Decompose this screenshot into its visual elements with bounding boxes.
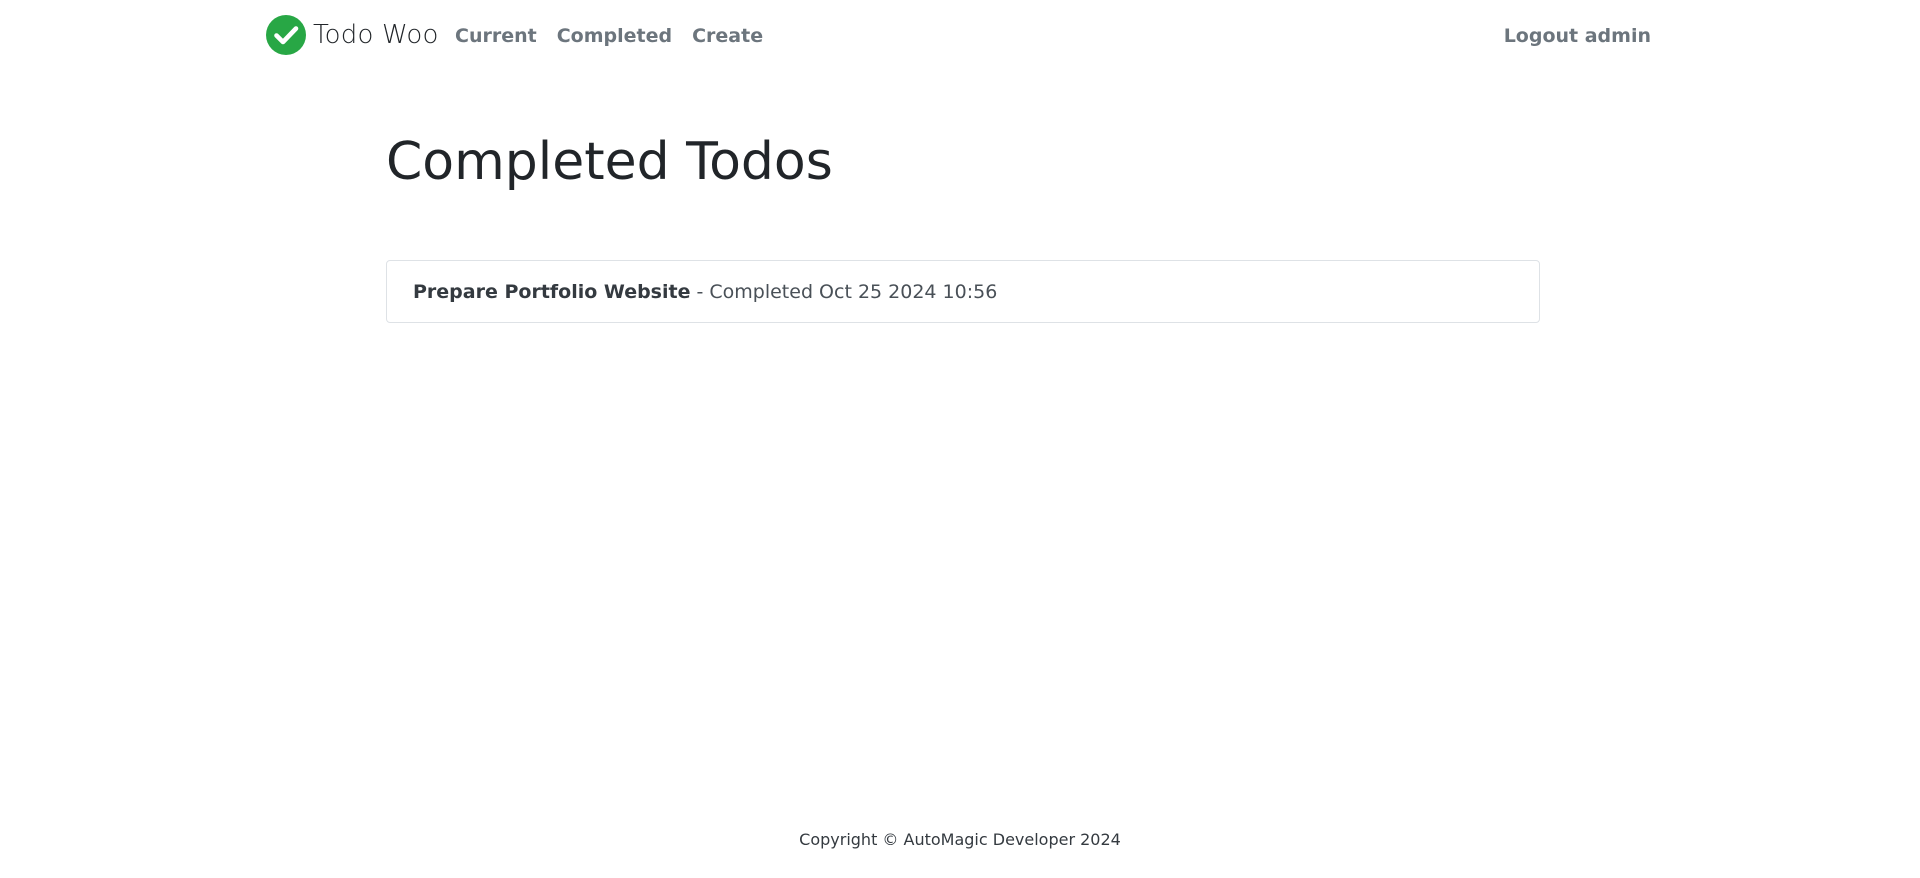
- nav-link-current[interactable]: Current: [455, 24, 547, 48]
- copyright-text: Copyright © AutoMagic Developer 2024: [799, 830, 1121, 849]
- main-nav: Current Completed Create: [455, 24, 773, 48]
- navbar: Todo Woo Current Completed Create Logout…: [0, 0, 1920, 72]
- brand-name: Todo Woo: [313, 20, 439, 50]
- todo-completed-date: - Completed Oct 25 2024 10:56: [696, 280, 998, 303]
- brand-link[interactable]: Todo Woo: [266, 15, 439, 55]
- logout-link[interactable]: Logout admin: [1504, 24, 1651, 48]
- nav-link-completed[interactable]: Completed: [547, 24, 682, 48]
- todo-list-entry: Prepare Portfolio Website - Completed Oc…: [386, 260, 1540, 323]
- check-circle-icon: [266, 15, 306, 55]
- nav-link-create[interactable]: Create: [682, 24, 773, 48]
- page-title: Completed Todos: [386, 132, 833, 192]
- todo-title: Prepare Portfolio Website: [413, 280, 691, 303]
- todo-list: Prepare Portfolio Website - Completed Oc…: [386, 260, 1540, 323]
- footer: Copyright © AutoMagic Developer 2024: [0, 829, 1920, 851]
- todo-item[interactable]: Prepare Portfolio Website - Completed Oc…: [386, 260, 1540, 323]
